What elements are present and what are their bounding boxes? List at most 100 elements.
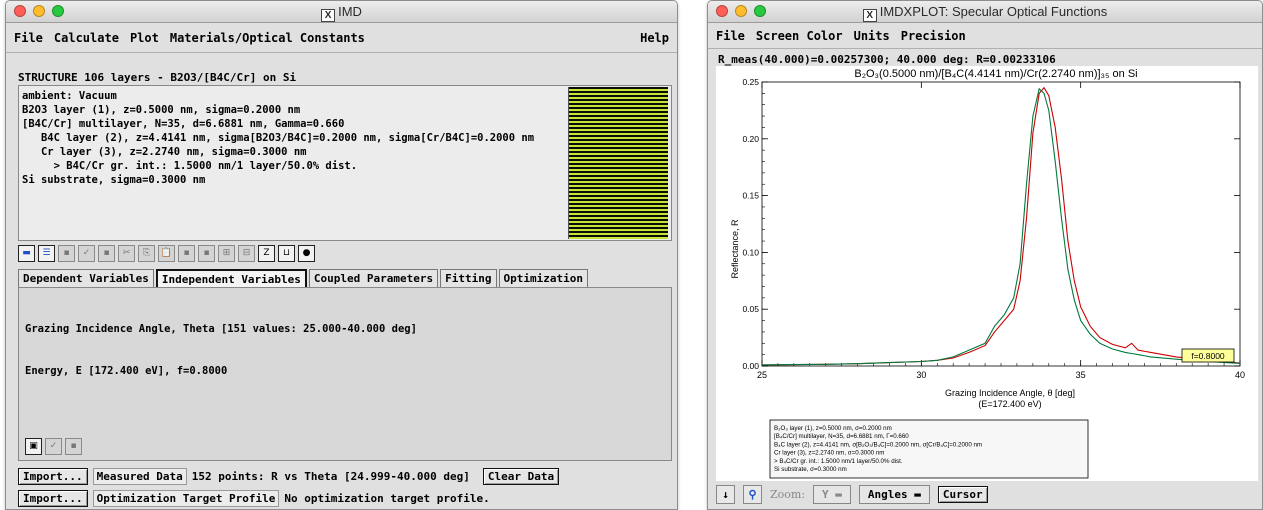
y-tick-label: 0.05 [742, 304, 759, 314]
menu-calculate[interactable]: Calculate [54, 31, 119, 45]
structure-list[interactable]: ambient: Vacuum B2O3 layer (1), z=0.5000 … [18, 85, 672, 241]
cursor-button[interactable]: Cursor [937, 486, 988, 503]
plot-toolbar: ↓ ⚲ Zoom: Y ▬ Angles ▬ Cursor [716, 485, 988, 504]
move-down-icon[interactable]: ▪ [198, 244, 215, 262]
target-profile-label: Optimization Target Profile [92, 490, 280, 507]
variables-panel: Grazing Incidence Angle, Theta [151 valu… [18, 287, 672, 461]
menu-plot[interactable]: Plot [130, 31, 159, 45]
move-up-icon[interactable]: ▪ [178, 244, 195, 262]
plot-area[interactable]: B₂O₃(0.5000 nm)/[B₄C(4.4141 nm)/Cr(2.274… [716, 66, 1258, 481]
x11-icon: X [862, 9, 877, 22]
magnifier-icon[interactable]: ⚲ [743, 485, 762, 504]
structure-header: STRUCTURE 106 layers - B2O3/[B4C/Cr] on … [18, 71, 297, 84]
imd-menubar: File Calculate Plot Materials/Optical Co… [6, 23, 677, 53]
down-arrow-icon[interactable]: ↓ [716, 485, 735, 504]
imd-titlebar[interactable]: X IMD [6, 1, 677, 23]
window-title: X IMDXPLOT: Specular Optical Functions [708, 4, 1262, 22]
structure-line[interactable]: Si substrate, sigma=0.3000 nm [22, 173, 534, 187]
legend-line: B₂O₃ layer (1), z=0.5000 nm, σ=0.2000 nm [774, 425, 892, 432]
menu-file[interactable]: File [716, 29, 745, 43]
grid2-icon[interactable]: ⊟ [238, 244, 255, 262]
y-tick-label: 0.00 [742, 361, 759, 371]
measured-data-label: Measured Data [92, 468, 187, 485]
chart-axes: 25 30 35 40 0.00 0.05 0.10 0.15 0.20 0.25 [742, 77, 1245, 380]
zoom-select[interactable]: Y ▬ [813, 485, 851, 504]
y-tick-label: 0.10 [742, 247, 759, 257]
cut-icon[interactable]: ✂ [118, 244, 135, 262]
target-profile-row: Import... Optimization Target Profile No… [18, 490, 490, 507]
reflectance-chart[interactable]: B₂O₃(0.5000 nm)/[B₄C(4.4141 nm)/Cr(2.274… [716, 66, 1258, 481]
xplot-window: X IMDXPLOT: Specular Optical Functions Fi… [707, 0, 1263, 510]
measured-data-info: 152 points: R vs Theta [24.999-40.000 de… [191, 470, 470, 483]
window-title: X IMD [6, 4, 677, 22]
structure-line[interactable]: > B4C/Cr gr. int.: 1.5000 nm/1 layer/50.… [22, 159, 534, 173]
cursor-readout: R_meas(40.000)=0.00257300; 40.000 deg: R… [718, 53, 1056, 66]
structure-line[interactable]: B4C layer (2), z=4.4141 nm, sigma[B2O3/B… [22, 131, 534, 145]
menu-screen-color[interactable]: Screen Color [756, 29, 843, 43]
menu-file[interactable]: File [14, 31, 43, 45]
layer-square-icon[interactable]: ▪ [58, 244, 75, 262]
menu-help[interactable]: Help [640, 31, 669, 45]
import-measured-button[interactable]: Import... [18, 468, 88, 485]
x-tick-label: 25 [757, 370, 767, 380]
legend-line: B₄C layer (2), z=4.4141 nm, σ[B₂O₃/B₄C]=… [774, 441, 982, 448]
structure-line[interactable]: Cr layer (3), z=2.2740 nm, sigma=0.3000 … [22, 145, 534, 159]
dropdown-icon: ▬ [835, 488, 842, 501]
menu-materials[interactable]: Materials/Optical Constants [170, 31, 365, 45]
legend-line: Si substrate, σ=0.3000 nm [774, 466, 847, 473]
angles-label: Angles [867, 488, 908, 501]
y-tick-label: 0.20 [742, 134, 759, 144]
x-axis-label-energy: (E=172.400 eV) [978, 399, 1041, 409]
structure-text[interactable]: ambient: Vacuum B2O3 layer (1), z=0.5000 … [22, 89, 534, 187]
new-variable-icon[interactable]: ▣ [25, 438, 42, 455]
edit-variable-icon[interactable]: ✓ [45, 438, 62, 455]
x-tick-label: 35 [1076, 370, 1086, 380]
structure-line[interactable]: B2O3 layer (1), z=0.5000 nm, sigma=0.200… [22, 103, 534, 117]
structure-toolbar: ▬ ☰ ▪ ✓ ▪ ✂ ⎘ 📋 ▪ ▪ ⊞ ⊟ Z ⊔ ● [18, 242, 315, 264]
legend-line: [B₄C/Cr] multilayer, N=35, d=6.6881 nm, … [774, 433, 909, 440]
measured-curve [761, 86, 1241, 366]
interface-icon[interactable]: ⊔ [278, 244, 295, 262]
grid-icon[interactable]: ⊞ [218, 244, 235, 262]
delete-variable-icon[interactable]: ▪ [65, 438, 82, 455]
x-axis-label: Grazing Incidence Angle, θ [deg] [945, 388, 1075, 398]
f-annotation: f=0.8000 [1191, 351, 1225, 361]
target-profile-info: No optimization target profile. [284, 492, 490, 505]
y-axis-label: Reflectance, R [730, 219, 740, 279]
variables-toolbar: ▣ ✓ ▪ [25, 438, 82, 455]
materials-icon[interactable]: ● [298, 244, 315, 262]
x-tick-label: 40 [1235, 370, 1245, 380]
edit-check-icon[interactable]: ✓ [78, 244, 95, 262]
chart-title: B₂O₃(0.5000 nm)/[B₄C(4.4141 nm)/Cr(2.274… [854, 68, 1137, 80]
menu-precision[interactable]: Precision [901, 29, 966, 43]
import-target-button[interactable]: Import... [18, 490, 88, 507]
variables-list[interactable]: Grazing Incidence Angle, Theta [151 valu… [25, 294, 417, 406]
measured-data-row: Import... Measured Data 152 points: R vs… [18, 468, 560, 485]
layer-square2-icon[interactable]: ▪ [98, 244, 115, 262]
variable-energy[interactable]: Energy, E [172.400 eV], f=0.8000 [25, 364, 417, 378]
copy-icon[interactable]: ⎘ [138, 244, 155, 262]
variable-theta[interactable]: Grazing Incidence Angle, Theta [151 valu… [25, 322, 417, 336]
calculated-curve [761, 87, 1241, 366]
y-tick-label: 0.15 [742, 191, 759, 201]
zoom-value: Y [822, 488, 829, 501]
add-multilayer-icon[interactable]: ☰ [38, 244, 55, 262]
menu-units[interactable]: Units [854, 29, 890, 43]
add-layer-icon[interactable]: ▬ [18, 244, 35, 262]
xplot-menubar: File Screen Color Units Precision [708, 23, 1262, 49]
angles-select[interactable]: Angles ▬ [858, 485, 930, 504]
zoom-label: Zoom: [770, 488, 806, 501]
structure-line[interactable]: ambient: Vacuum [22, 89, 534, 103]
structure-line[interactable]: [B4C/Cr] multilayer, N=35, d=6.6881 nm, … [22, 117, 534, 131]
x-tick-label: 30 [916, 370, 926, 380]
clear-data-button[interactable]: Clear Data [482, 468, 560, 485]
plot-frame [761, 81, 1241, 367]
chart-curves [761, 86, 1241, 366]
xplot-titlebar[interactable]: X IMDXPLOT: Specular Optical Functions [708, 1, 1262, 23]
paste-icon[interactable]: 📋 [158, 244, 175, 262]
z-profile-icon[interactable]: Z [258, 244, 275, 262]
layer-stack-preview [568, 87, 668, 239]
y-tick-label: 0.25 [742, 77, 759, 87]
legend-line: > B₄C/Cr gr. int.: 1.5000 nm/1 layer/50.… [774, 458, 903, 465]
dropdown-icon: ▬ [914, 488, 921, 501]
